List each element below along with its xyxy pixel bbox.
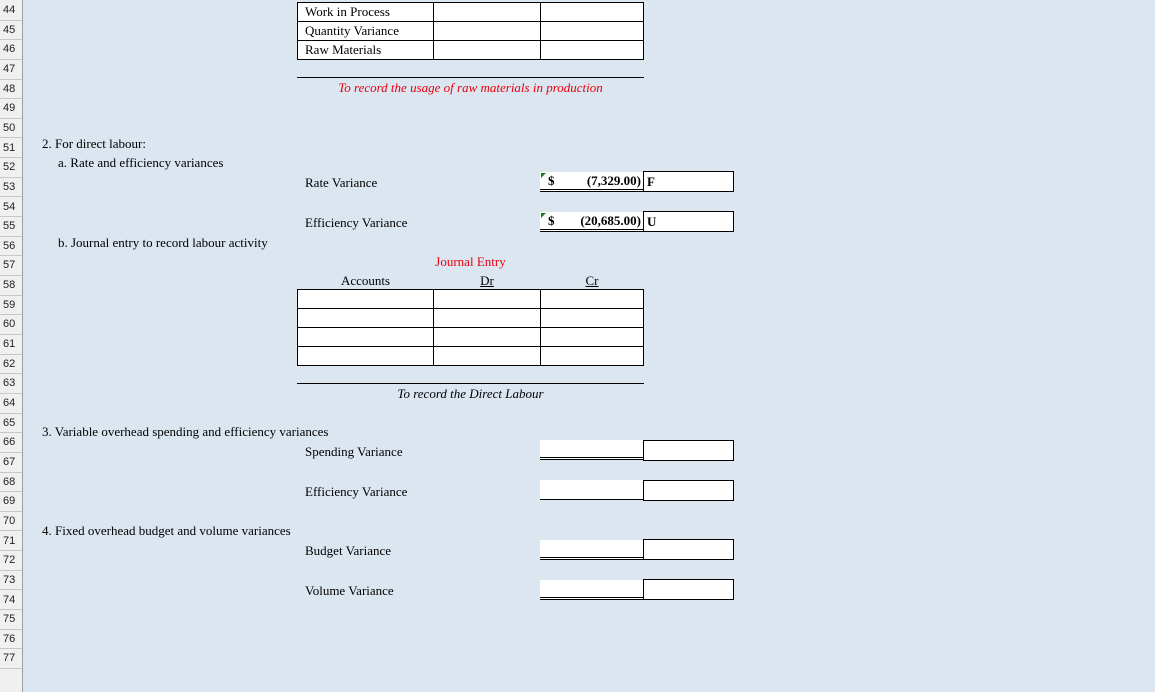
row-header[interactable]: 60 [0,315,22,335]
spending-variance-amount[interactable] [540,440,643,460]
row-header[interactable]: 63 [0,374,22,394]
budget-variance-label: Budget Variance [305,543,392,558]
error-indicator-icon[interactable] [541,213,546,218]
row-header[interactable]: 50 [0,119,22,139]
row-header[interactable]: 72 [0,551,22,571]
cr-cell[interactable] [540,327,644,347]
accounts-column-header: Accounts [340,273,391,288]
row-header[interactable]: 49 [0,99,22,119]
currency-symbol: $ [548,173,555,188]
row-header[interactable]: 67 [0,453,22,473]
row-header[interactable]: 68 [0,473,22,493]
row-header[interactable]: 74 [0,591,22,611]
materials-memo: To record the usage of raw materials in … [338,80,603,95]
row-header[interactable]: 51 [0,139,22,159]
row-header[interactable]: 75 [0,610,22,630]
account-cell[interactable] [297,327,434,347]
row-header[interactable]: 55 [0,217,22,237]
dr-column-header: Dr [480,273,494,288]
volume-variance-amount[interactable] [540,580,643,600]
vo-efficiency-variance-label: Efficiency Variance [305,484,408,499]
section-4-heading: 4. Fixed overhead budget and volume vari… [42,523,291,538]
row-header[interactable]: 65 [0,414,22,434]
volume-variance-flag[interactable] [643,579,734,600]
row-header[interactable]: 47 [0,60,22,80]
row-header[interactable]: 69 [0,492,22,512]
rate-variance-flag[interactable]: F [643,171,734,192]
account-cell[interactable]: Work in Process [297,2,434,22]
spending-variance-label: Spending Variance [305,444,403,459]
row-header[interactable]: 70 [0,512,22,532]
row-header[interactable]: 56 [0,237,22,257]
row-header[interactable]: 45 [0,21,22,41]
row-header[interactable]: 61 [0,335,22,355]
rate-variance-amount[interactable]: $ (7,329.00) [540,172,643,192]
budget-variance-amount[interactable] [540,540,643,560]
vo-efficiency-variance-amount[interactable] [540,480,643,500]
row-header[interactable]: 73 [0,571,22,591]
row-header[interactable]: 44 [0,1,22,21]
amount-value: (7,329.00) [586,173,641,188]
row-header[interactable]: 58 [0,276,22,296]
row-header[interactable]: 62 [0,355,22,375]
row-header[interactable]: 76 [0,630,22,650]
account-cell[interactable] [297,308,434,328]
efficiency-variance-amount[interactable]: $ (20,685.00) [540,212,643,232]
row-header[interactable]: 77 [0,649,22,670]
account-cell[interactable] [297,289,434,309]
dr-cell[interactable] [433,2,541,22]
cr-cell[interactable] [540,21,644,41]
cr-cell[interactable] [540,308,644,328]
row-header[interactable]: 64 [0,394,22,414]
budget-variance-flag[interactable] [643,539,734,560]
section-2a-heading: a. Rate and efficiency variances [58,155,224,170]
rate-variance-label: Rate Variance [305,175,378,190]
currency-symbol: $ [548,213,555,228]
row-header[interactable]: 54 [0,198,22,218]
account-cell[interactable] [297,346,434,366]
efficiency-variance-flag[interactable]: U [643,211,734,232]
cr-cell[interactable] [540,2,644,22]
row-headers: 44 45 46 47 48 49 50 51 52 53 54 55 56 57 58 59 60 61 62 63… [0,0,23,692]
account-cell[interactable]: Quantity Variance [297,21,434,41]
journal-entry-title: Journal Entry [435,254,506,269]
section-2-heading: 2. For direct labour: [42,136,146,151]
section-3-heading: 3. Variable overhead spending and effici… [42,424,329,439]
dr-cell[interactable] [433,289,541,309]
row-header[interactable]: 53 [0,178,22,198]
row-header[interactable]: 46 [0,40,22,60]
cr-column-header: Cr [585,273,599,288]
efficiency-variance-label: Efficiency Variance [305,215,408,230]
amount-value: (20,685.00) [580,213,641,228]
row-header[interactable]: 52 [0,158,22,178]
cr-cell[interactable] [540,289,644,309]
cr-cell[interactable] [540,346,644,366]
volume-variance-label: Volume Variance [305,583,394,598]
row-header[interactable]: 66 [0,433,22,453]
cr-cell[interactable] [540,40,644,60]
error-indicator-icon[interactable] [541,173,546,178]
dr-cell[interactable] [433,327,541,347]
labour-memo: To record the Direct Labour [397,386,544,401]
dr-cell[interactable] [433,346,541,366]
row-header[interactable]: 48 [0,80,22,100]
spending-variance-flag[interactable] [643,440,734,461]
dr-cell[interactable] [433,308,541,328]
section-2b-heading: b. Journal entry to record labour activi… [58,235,268,250]
row-header[interactable]: 71 [0,532,22,552]
vo-efficiency-variance-flag[interactable] [643,480,734,501]
dr-cell[interactable] [433,21,541,41]
dr-cell[interactable] [433,40,541,60]
account-cell[interactable]: Raw Materials [297,40,434,60]
row-header[interactable]: 59 [0,296,22,316]
row-header[interactable]: 57 [0,256,22,277]
